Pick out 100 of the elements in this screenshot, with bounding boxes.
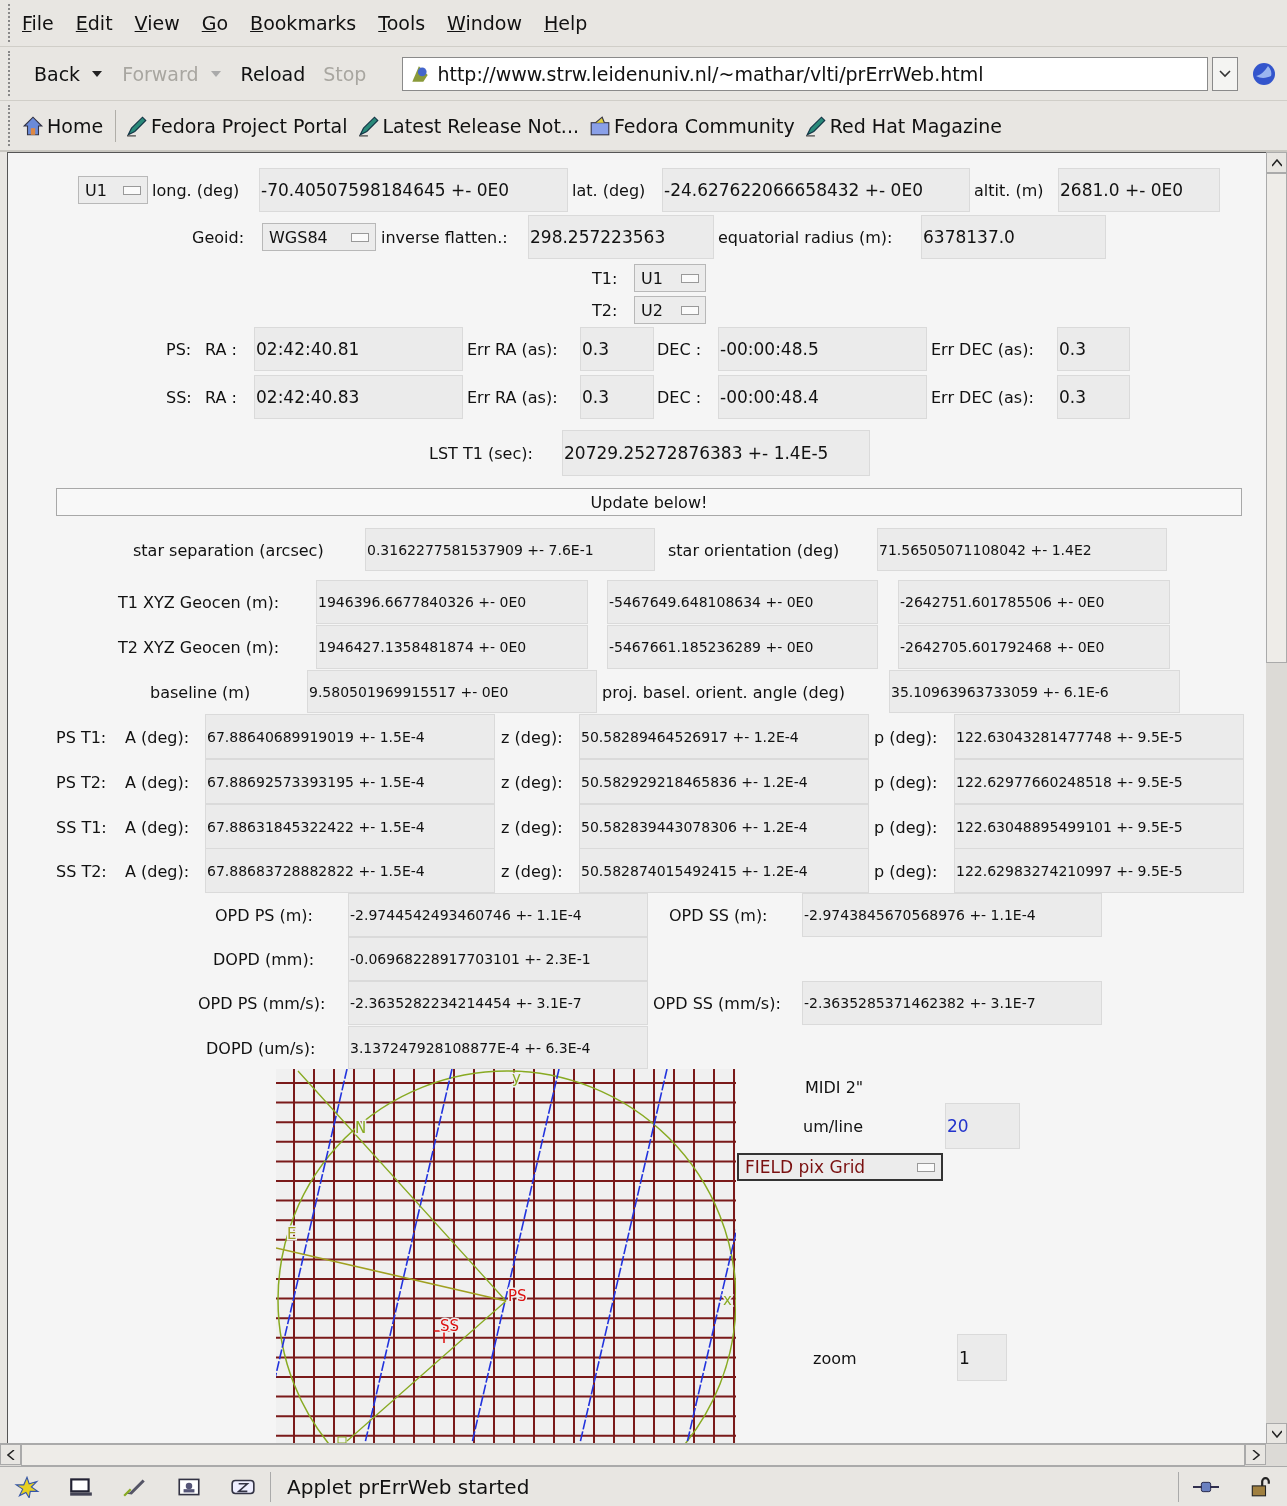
text-field[interactable]: -5467649.648108634 +- 0E0	[607, 580, 878, 624]
text-field[interactable]: -2642705.601792468 +- 0E0	[898, 625, 1170, 669]
text-field[interactable]: 35.10963963733059 +- 6.1E-6	[889, 670, 1180, 713]
text-field[interactable]: -5467661.185236289 +- 0E0	[607, 625, 878, 669]
menu-item[interactable]: Edit	[75, 12, 113, 34]
text-field[interactable]: -70.40507598184645 +- 0E0	[259, 168, 568, 212]
text-field[interactable]: -2.9744542493460746 +- 1.1E-4	[348, 893, 648, 937]
menu-item[interactable]: File	[22, 12, 54, 34]
field-label: Err DEC (as):	[931, 339, 1034, 359]
dropdown[interactable]: FIELD pix Grid	[737, 1153, 943, 1181]
text-field[interactable]: 67.88631845322422 +- 1.5E-4	[205, 804, 495, 849]
text-field[interactable]: 0.3	[1057, 375, 1130, 419]
field-label: altit. (m)	[974, 180, 1044, 200]
field-label: DOPD (mm):	[213, 949, 314, 969]
field-label: p (deg):	[874, 861, 938, 880]
text-field[interactable]: -0.06968228917703101 +- 2.3E-1	[348, 937, 648, 981]
text-field[interactable]: 50.582839443078306 +- 1.2E-4	[579, 804, 869, 849]
text-field[interactable]: 0.3162277581537909 +- 7.6E-1	[365, 528, 655, 571]
text-field[interactable]: -00:00:48.4	[718, 375, 927, 419]
text-field[interactable]: 298.257223563	[528, 215, 714, 259]
text-field[interactable]: 1	[957, 1334, 1007, 1381]
field-label: DOPD (um/s):	[206, 1038, 316, 1057]
bookmark-link[interactable]: Fedora Project Portal	[126, 114, 348, 137]
field-label: PS T2:	[56, 772, 107, 791]
text-field[interactable]: 1946396.6677840326 +- 0E0	[316, 580, 588, 624]
field-label: T1:	[592, 268, 618, 288]
bookmark-link[interactable]: Home	[22, 114, 104, 137]
scroll-right-button[interactable]	[1245, 1444, 1266, 1465]
text-field[interactable]: 20729.25272876383 +- 1.4E-5	[562, 430, 870, 476]
text-field[interactable]: 6378137.0	[921, 215, 1106, 259]
text-field[interactable]: 67.88683728882822 +- 1.5E-4	[205, 848, 495, 893]
dropdown[interactable]: WGS84	[262, 223, 376, 251]
text-field[interactable]: 67.88692573393195 +- 1.5E-4	[205, 759, 495, 804]
text-field[interactable]: 0.3	[580, 375, 654, 419]
nav-button[interactable]: Back	[28, 58, 111, 89]
scroll-left-button[interactable]	[0, 1444, 21, 1465]
text-field[interactable]: 1946427.1358481874 +- 0E0	[316, 625, 588, 669]
menu-item[interactable]: View	[134, 12, 180, 34]
text-field[interactable]: 20	[945, 1103, 1020, 1149]
sparkle-icon[interactable]	[14, 1475, 40, 1498]
monitor-icon[interactable]	[68, 1475, 94, 1498]
globe-icon[interactable]	[1252, 61, 1277, 86]
scroll-down-button[interactable]	[1266, 1423, 1287, 1444]
text-field[interactable]: 3.137247928108877E-4 +- 6.3E-4	[348, 1026, 648, 1069]
menu-item[interactable]: Tools	[378, 12, 426, 34]
text-field[interactable]: -2.3635285371462382 +- 3.1E-7	[802, 981, 1102, 1025]
scrollbar-thumb[interactable]	[21, 1444, 1245, 1466]
text-field[interactable]: -24.627622066658432 +- 0E0	[662, 168, 970, 212]
field-label: p (deg):	[874, 727, 938, 746]
dropdown[interactable]: U2	[634, 296, 706, 324]
text-field[interactable]: -2.9743845670568976 +- 1.1E-4	[802, 893, 1102, 937]
text-field[interactable]: 50.58289464526917 +- 1.2E-4	[579, 714, 869, 759]
nav-button[interactable]: Reload	[234, 58, 312, 89]
bookmark-link[interactable]: Red Hat Magazine	[804, 114, 1002, 137]
field-label: SS T1:	[56, 817, 107, 836]
field-label: lat. (deg)	[572, 180, 646, 200]
text-field[interactable]: 0.3	[1057, 327, 1130, 371]
dropdown[interactable]: U1	[634, 264, 706, 292]
text-field[interactable]: 50.582929218465836 +- 1.2E-4	[579, 759, 869, 804]
bookmark-link[interactable]: Fedora Community	[588, 114, 795, 137]
text-field[interactable]: 122.62977660248518 +- 9.5E-5	[954, 759, 1244, 804]
caret-icon	[210, 70, 221, 77]
field-label: OPD PS (mm/s):	[198, 993, 326, 1013]
chevron-down-icon	[1219, 69, 1232, 78]
scroll-up-button[interactable]	[1266, 152, 1287, 173]
field-label: Err RA (as):	[467, 339, 558, 359]
text-field[interactable]: 67.88640689919019 +- 1.5E-4	[205, 714, 495, 759]
text-field[interactable]: 122.63043281477748 +- 9.5E-5	[954, 714, 1244, 759]
arrow-up-icon	[1271, 158, 1282, 167]
text-field[interactable]: 0.3	[580, 327, 654, 371]
text-field[interactable]: 02:42:40.81	[254, 327, 463, 371]
menu-item[interactable]: Help	[544, 12, 588, 34]
text-field[interactable]: -2642751.601785506 +- 0E0	[898, 580, 1170, 624]
field-label: z (deg):	[501, 727, 563, 746]
folder-icon	[588, 114, 611, 137]
text-field[interactable]: 122.62983274210997 +- 9.5E-5	[954, 848, 1244, 893]
update-button[interactable]: Update below!	[56, 488, 1242, 516]
menu-item[interactable]: Window	[447, 12, 522, 34]
text-field[interactable]: 122.63048895499101 +- 9.5E-5	[954, 804, 1244, 849]
field-label: T2 XYZ Geocen (m):	[118, 637, 280, 657]
field-label: OPD SS (m):	[669, 905, 768, 925]
text-field[interactable]: -00:00:48.5	[718, 327, 927, 371]
scrollbar-thumb[interactable]	[1266, 173, 1287, 663]
field-label: A (deg):	[125, 817, 190, 836]
address-field[interactable]: http://www.strw.leidenuniv.nl/~mathar/vlti/prErrWeb.html	[402, 56, 1209, 91]
dropdown-button[interactable]	[1212, 56, 1239, 91]
field-label: DEC :	[657, 339, 702, 359]
text-field[interactable]: 2681.0 +- 0E0	[1058, 168, 1220, 212]
menu-item[interactable]: Bookmarks	[250, 12, 357, 34]
menu-item[interactable]: Go	[201, 12, 229, 34]
text-field[interactable]: 02:42:40.83	[254, 375, 463, 419]
text-field[interactable]: -2.3635282234214454 +- 3.1E-7	[348, 981, 648, 1025]
text-field[interactable]: 71.56505071108042 +- 1.4E2	[877, 528, 1167, 571]
dropdown[interactable]: U1	[78, 176, 148, 204]
text-field[interactable]: 50.582874015492415 +- 1.2E-4	[579, 848, 869, 893]
text-field[interactable]: 9.580501969915517 +- 0E0	[307, 670, 597, 713]
bookmark-link[interactable]: Latest Release Not...	[357, 114, 579, 137]
field-label: LST T1 (sec):	[429, 443, 533, 463]
field-label: Err DEC (as):	[931, 387, 1034, 407]
field-label: SS:	[166, 387, 192, 407]
